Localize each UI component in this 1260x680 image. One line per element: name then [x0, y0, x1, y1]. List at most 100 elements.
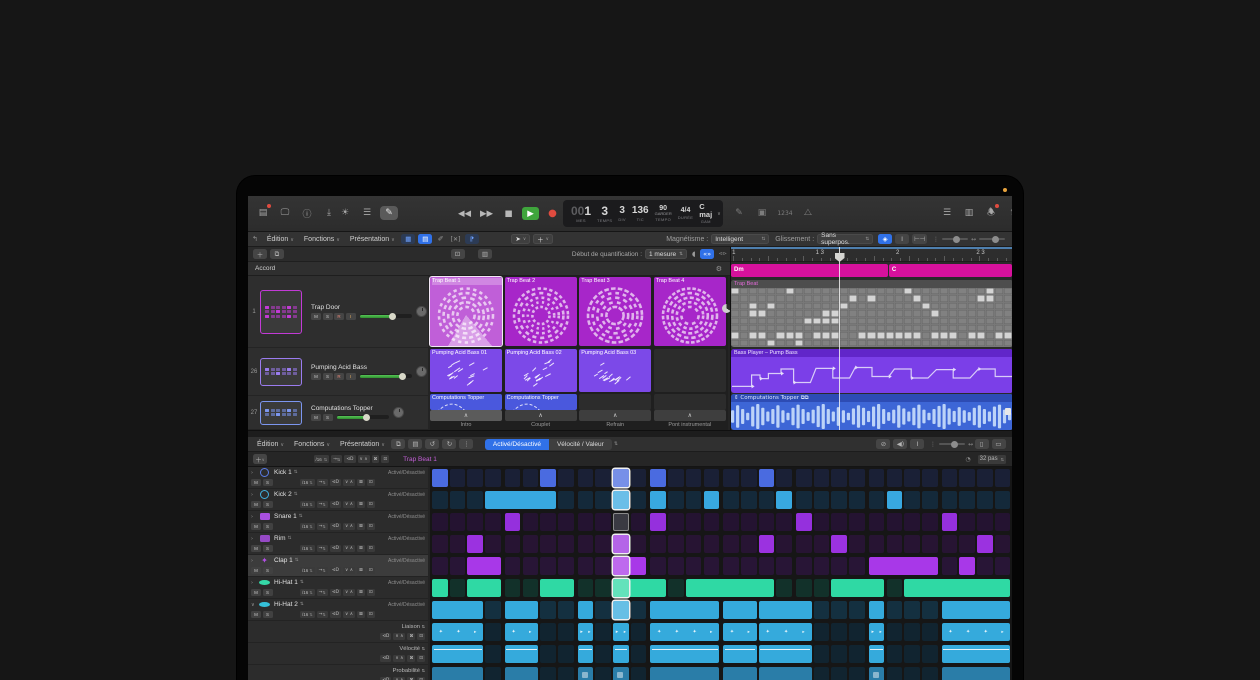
row-fill-icon[interactable]: ⊡ [367, 567, 375, 575]
step-cell[interactable] [595, 579, 611, 597]
gear-icon[interactable]: ⚙ [716, 265, 722, 273]
row-fill-icon[interactable]: ⊡ [367, 589, 375, 597]
more-icon[interactable]: ⋮ [459, 439, 473, 449]
seq-grid-row-2[interactable] [430, 489, 1012, 511]
subrow-bar[interactable]: ✦▸ [723, 623, 756, 641]
count-in-icon[interactable]: 1234 [776, 206, 794, 220]
expand-icon[interactable]: › [251, 580, 258, 586]
step-cell[interactable] [776, 535, 792, 553]
step-cell[interactable] [942, 469, 958, 487]
step-cell[interactable] [450, 491, 466, 509]
step-note[interactable] [704, 491, 720, 509]
step-cell[interactable] [849, 491, 865, 509]
forward-button[interactable]: ▶▶ [478, 207, 495, 220]
step-cell[interactable] [796, 557, 812, 575]
step-cell[interactable] [904, 469, 920, 487]
tracks-view-button[interactable]: ▤ [418, 234, 432, 244]
row-stepper-icon[interactable]: ⇅ [294, 470, 298, 475]
step-cell[interactable] [485, 601, 501, 619]
step-cell[interactable] [796, 469, 812, 487]
step-cell[interactable] [595, 535, 611, 553]
quantize-select[interactable]: 1 mesure⇅ [645, 249, 687, 259]
seq-zoom-slider[interactable] [939, 443, 965, 445]
step-cell[interactable] [578, 513, 594, 531]
seq-row-header-snare-1[interactable]: ›Snare 1⇅Activé/DésactivéMS/16 ⇅→ ⇅⊲D∨ ∧… [248, 511, 428, 533]
step-cell[interactable] [558, 557, 574, 575]
loop-cell[interactable]: Trap Beat 3 [579, 277, 651, 346]
subrow-bar[interactable] [613, 667, 629, 680]
expand-icon[interactable]: › [251, 558, 258, 564]
shift-left-icon[interactable]: ⊲D [344, 455, 355, 463]
step-cell[interactable] [796, 579, 812, 597]
row-s-button[interactable]: S [263, 479, 273, 487]
share-icon[interactable]: ⇪ [1004, 206, 1012, 220]
step-cell[interactable] [977, 557, 993, 575]
row-octave-icons[interactable]: ∨ ∧ [343, 567, 355, 575]
step-cell[interactable] [887, 667, 903, 680]
row-m-button[interactable]: M [251, 545, 261, 553]
step-cell[interactable] [904, 601, 920, 619]
row-m-button[interactable]: M [251, 523, 261, 531]
step-cell[interactable] [631, 623, 647, 641]
expand-icon[interactable]: › [251, 536, 258, 542]
menu-edition[interactable]: Édition ∨ [257, 441, 284, 448]
step-cell[interactable] [887, 623, 903, 641]
row-rate-select[interactable]: /16 ⇅ [300, 589, 315, 597]
subrow-octave-icons[interactable]: ∨ ∧ [393, 655, 405, 663]
marquee-icon[interactable]: [✕] [451, 236, 461, 243]
step-cell[interactable] [631, 667, 647, 680]
row-shift-icons[interactable]: ⊲D [330, 479, 341, 487]
loop-cell[interactable]: Trap Beat 1 [430, 277, 502, 346]
step-cell[interactable] [942, 491, 958, 509]
step-cell[interactable] [814, 667, 830, 680]
step-cell[interactable] [942, 557, 958, 575]
chord-region[interactable]: Dm [731, 264, 888, 277]
ibeam-icon[interactable]: Ι [910, 439, 924, 449]
row-stepper-icon[interactable]: ⇅ [295, 558, 299, 563]
step-cell[interactable] [450, 579, 466, 597]
grid-divider-button[interactable]: ▥ [478, 249, 492, 259]
loop-cell[interactable]: Pumping Acid Bass 02 [505, 349, 577, 392]
step-note[interactable] [650, 469, 666, 487]
step-cell[interactable] [432, 491, 448, 509]
chevron-down-icon[interactable]: ∨ [717, 211, 721, 217]
pointer-tool-select[interactable]: ➤∨ [511, 234, 530, 244]
row-playmode-select[interactable]: → ⇅ [317, 479, 328, 487]
rotate-right-icon[interactable]: ↻ [442, 439, 456, 449]
library-icon[interactable]: ▤ [254, 206, 272, 220]
mute-region-icon[interactable]: ⊘ [876, 439, 890, 449]
step-cell[interactable] [831, 601, 847, 619]
step-cell[interactable] [741, 557, 757, 575]
step-cell[interactable] [485, 513, 501, 531]
row-clear-icon[interactable]: ⊠ [357, 501, 365, 509]
pane-divider[interactable] [248, 430, 1012, 437]
step-cell[interactable] [849, 667, 865, 680]
step-cell[interactable] [796, 535, 812, 553]
row-clear-icon[interactable]: ⊠ [357, 611, 365, 619]
seq-grid-subrow-velocity[interactable] [430, 643, 1012, 665]
subrow-clear-icon[interactable]: ⊠ [407, 633, 415, 641]
step-note-tied[interactable] [831, 579, 884, 597]
step-cell[interactable] [558, 469, 574, 487]
step-cell[interactable] [887, 579, 903, 597]
subrow-bar[interactable] [723, 645, 756, 663]
row-stepper-icon[interactable]: ⇅ [300, 580, 304, 585]
step-cell[interactable] [776, 579, 792, 597]
menu-presentation[interactable]: Présentation ∨ [350, 236, 395, 243]
subrow-bar[interactable]: ✦▸ [505, 623, 538, 641]
step-cell[interactable] [869, 535, 885, 553]
midi-out-icon[interactable]: ↰ [252, 235, 258, 243]
step-cell[interactable] [631, 601, 647, 619]
step-cell[interactable] [814, 535, 830, 553]
loop-cell[interactable]: Trap Beat 2 [505, 277, 577, 346]
step-cell[interactable] [922, 513, 938, 531]
step-cell[interactable] [578, 469, 594, 487]
row-rate-select[interactable]: /16 ⇅ [300, 501, 315, 509]
octave-icons[interactable]: ∨ ∧ [358, 455, 370, 463]
step-cell[interactable] [849, 601, 865, 619]
row-m-button[interactable]: M [251, 479, 261, 487]
duplicate-track-button[interactable]: ⧉ [270, 249, 284, 259]
step-cell[interactable] [450, 469, 466, 487]
step-cell[interactable] [505, 535, 521, 553]
row-playmode-select[interactable]: → ⇅ [317, 501, 328, 509]
